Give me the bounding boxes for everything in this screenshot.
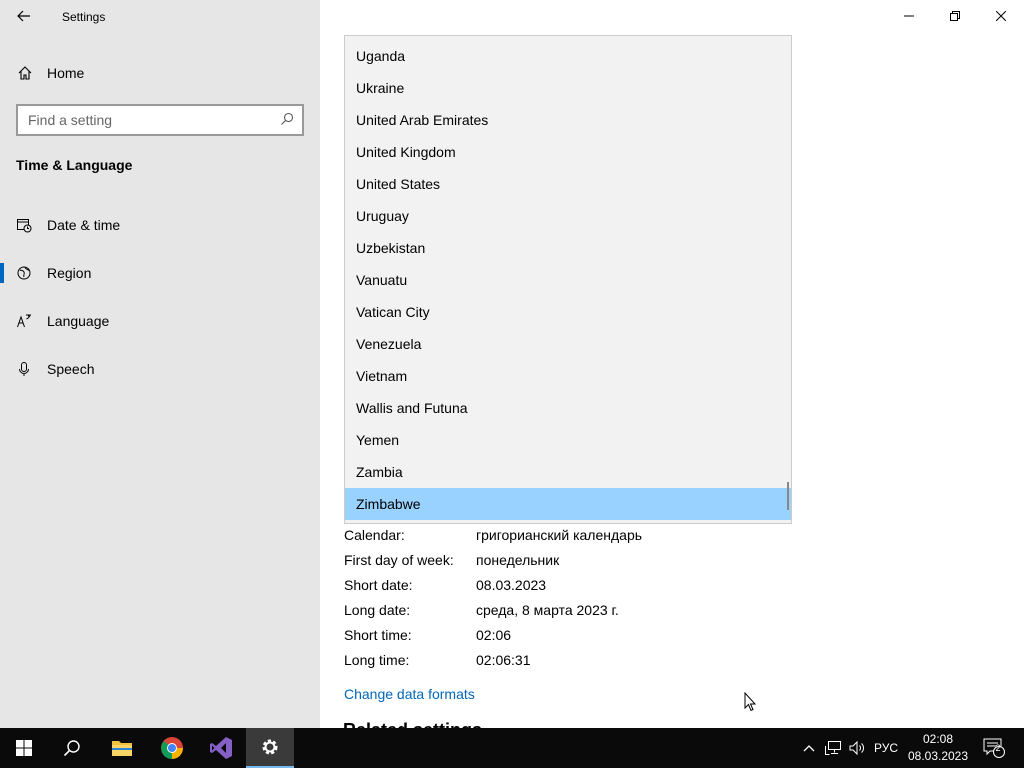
dropdown-option-selected[interactable]: Zimbabwe [345, 488, 791, 520]
info-key: Short date: [344, 577, 413, 593]
info-value: 02:06 [476, 627, 512, 643]
dropdown-option[interactable]: Vanuatu [345, 264, 791, 296]
info-key: Short time: [344, 627, 412, 643]
notification-count-badge: 2 [995, 743, 1001, 753]
dropdown-option[interactable]: Uzbekistan [345, 232, 791, 264]
dropdown-option[interactable]: United Arab Emirates [345, 104, 791, 136]
clock-date: 08.03.2023 [907, 749, 969, 763]
sidebar: Settings Home Time & Language Date & tim… [0, 0, 320, 728]
volume-icon [849, 741, 864, 755]
dropdown-option[interactable]: Uganda [345, 40, 791, 72]
minimize-icon [904, 15, 914, 17]
chrome-button[interactable] [148, 728, 196, 768]
minimize-button[interactable] [886, 0, 932, 32]
home-icon [17, 65, 33, 81]
nav-item-label: Region [47, 265, 92, 281]
globe-icon [16, 265, 32, 281]
search-input[interactable] [18, 112, 268, 128]
info-value: среда, 8 марта 2023 г. [476, 602, 619, 618]
dropdown-option[interactable]: Yemen [345, 424, 791, 456]
info-key: Long date: [344, 602, 411, 618]
nav-item-speech[interactable]: Speech [0, 349, 320, 389]
title-bar: Settings [0, 0, 320, 32]
close-button[interactable] [978, 0, 1024, 32]
notification-center-button[interactable]: 2 [980, 728, 1008, 768]
microphone-icon [16, 361, 32, 377]
mouse-cursor-icon [744, 691, 758, 715]
info-value: григорианский календарь [476, 527, 643, 543]
dropdown-option[interactable]: Uruguay [345, 200, 791, 232]
related-settings-heading: Related settings [343, 720, 482, 728]
dropdown-option[interactable]: Vietnam [345, 360, 791, 392]
visual-studio-icon [210, 737, 232, 759]
dropdown-option[interactable]: Wallis and Futuna [345, 392, 791, 424]
change-data-formats-link[interactable]: Change data formats [344, 686, 475, 702]
dropdown-option[interactable]: United Kingdom [345, 136, 791, 168]
home-label: Home [47, 65, 85, 81]
chevron-up-icon [803, 745, 815, 752]
search-icon[interactable] [280, 112, 294, 129]
section-title: Time & Language [16, 157, 133, 173]
nav-item-region[interactable]: Region [0, 253, 320, 293]
show-hidden-icons-button[interactable] [800, 728, 818, 768]
taskbar-clock[interactable]: 02:08 08.03.2023 [904, 731, 972, 765]
network-button[interactable] [822, 728, 844, 768]
search-box[interactable] [16, 104, 304, 136]
info-value: понедельник [476, 552, 560, 568]
dropdown-option[interactable]: Vatican City [345, 296, 791, 328]
dropdown-options: Uganda Ukraine United Arab Emirates Unit… [345, 40, 791, 520]
settings-gear-icon [262, 739, 278, 755]
nav-item-language[interactable]: Language [0, 301, 320, 341]
taskbar-search-button[interactable] [48, 728, 96, 768]
windows-start-icon [16, 740, 32, 756]
close-icon [996, 11, 1006, 21]
language-icon [16, 313, 32, 329]
dropdown-option[interactable]: Zambia [345, 456, 791, 488]
country-dropdown-list[interactable]: Uganda Ukraine United Arab Emirates Unit… [344, 35, 792, 524]
settings-taskbar-button[interactable] [246, 728, 294, 768]
taskbar: РУС 02:08 08.03.2023 2 [0, 728, 1024, 768]
chrome-icon [161, 737, 183, 759]
search-icon [63, 740, 80, 757]
dropdown-option[interactable]: United States [345, 168, 791, 200]
info-value: 08.03.2023 [476, 577, 547, 593]
date-time-icon [16, 217, 32, 233]
app-title: Settings [62, 10, 106, 24]
info-key: Long time: [344, 652, 410, 668]
info-key: Calendar: [344, 527, 405, 543]
home-nav-item[interactable]: Home [0, 56, 320, 90]
visual-studio-button[interactable] [197, 728, 245, 768]
dropdown-option[interactable]: Ukraine [345, 72, 791, 104]
restore-button[interactable] [932, 0, 978, 32]
input-language-indicator[interactable]: РУС [870, 728, 902, 768]
nav-item-date-time[interactable]: Date & time [0, 205, 320, 245]
nav-item-label: Speech [47, 361, 95, 377]
info-value: 02:06:31 [476, 652, 531, 668]
volume-button[interactable] [846, 728, 868, 768]
dropdown-option[interactable]: Venezuela [345, 328, 791, 360]
clock-time: 02:08 [922, 732, 954, 746]
nav-item-label: Date & time [47, 217, 121, 233]
network-icon [825, 741, 841, 755]
file-explorer-button[interactable] [98, 728, 146, 768]
dropdown-scrollbar-thumb[interactable] [787, 482, 789, 510]
back-button[interactable] [10, 4, 38, 28]
nav-item-label: Language [47, 313, 110, 329]
start-button[interactable] [0, 728, 48, 768]
info-key: First day of week: [344, 552, 454, 568]
back-arrow-icon [17, 10, 30, 22]
file-explorer-icon [112, 741, 132, 756]
restore-icon [950, 11, 960, 21]
